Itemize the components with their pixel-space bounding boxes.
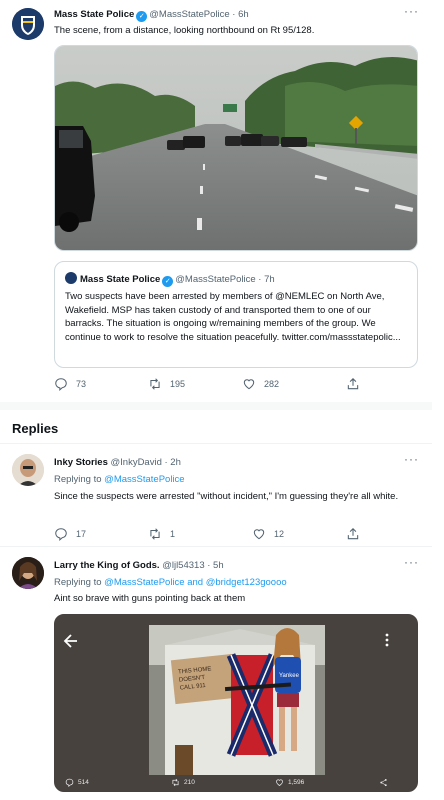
reply-icon	[65, 778, 74, 787]
reply-icon	[55, 378, 67, 391]
quote-author-name: Mass State Police	[80, 274, 161, 285]
reply-author-handle-time[interactable]: @ljl54313 · 5h	[162, 560, 223, 571]
main-tweet[interactable]: Mass State Police ✓ @MassStatePolice · 6h …	[0, 0, 432, 400]
reply-photo[interactable]: THIS HOME DOESN'T CALL 911 Yankee 514 21…	[54, 614, 418, 792]
like-count: 282	[264, 379, 280, 389]
quote-avatar	[65, 272, 77, 284]
share-button[interactable]	[379, 778, 388, 787]
retweet-button[interactable]: 210	[171, 778, 275, 787]
like-icon	[243, 379, 255, 390]
retweet-icon	[150, 528, 160, 540]
like-icon	[253, 529, 265, 540]
share-button[interactable]	[346, 377, 360, 391]
replying-prefix: Replying to	[54, 577, 102, 588]
retweet-count: 1	[170, 529, 176, 539]
share-icon	[347, 528, 359, 540]
author-handle-time[interactable]: @MassStatePolice · 6h	[149, 9, 248, 20]
retweet-count: 195	[170, 379, 186, 389]
quote-author-handle-time: @MassStatePolice · 7h	[175, 274, 275, 285]
retweet-button[interactable]: 195	[148, 377, 242, 391]
replying-to-link[interactable]: @MassStatePolice and @bridget123goooo	[104, 577, 287, 588]
photo-actions: 514 210 1,596	[65, 775, 411, 789]
reply-author-name[interactable]: Inky Stories	[54, 457, 108, 468]
like-button[interactable]: 1,596	[275, 778, 379, 787]
share-button[interactable]	[346, 527, 360, 541]
reply-author-name[interactable]: Larry the King of Gods.	[54, 560, 160, 571]
retweet-button[interactable]: 1	[148, 527, 252, 541]
reply-avatar[interactable]	[12, 454, 44, 486]
share-icon	[347, 378, 359, 390]
reply-count: 73	[76, 379, 87, 389]
reply-button[interactable]: 514	[65, 778, 171, 787]
reply-text: Since the suspects were arrested "withou…	[54, 491, 399, 502]
reply-actions: 17 1 12	[54, 527, 418, 541]
like-icon	[276, 779, 283, 786]
verified-badge-icon: ✓	[162, 276, 174, 287]
replying-prefix: Replying to	[54, 474, 102, 485]
reply-text: Aint so brave with guns pointing back at…	[54, 593, 246, 604]
retweet-icon	[172, 778, 179, 786]
like-count: 1,596	[288, 778, 305, 786]
shirt-text: Yankee	[279, 673, 300, 679]
reply-avatar[interactable]	[12, 557, 44, 589]
tweet-photo[interactable]	[54, 45, 418, 251]
tweet-actions: 73 195 282	[54, 377, 418, 391]
like-button[interactable]: 282	[242, 377, 346, 391]
quoted-tweet[interactable]: Mass State Police ✓ @MassStatePolice · 7h …	[54, 261, 418, 368]
reply-author-handle-time[interactable]: @InkyDavid · 2h	[111, 457, 181, 468]
reply-button[interactable]: 17	[54, 527, 148, 541]
replying-to-link[interactable]: @MassStatePolice	[104, 474, 184, 485]
reply-button[interactable]: 73	[54, 377, 148, 391]
verified-badge-icon: ✓	[136, 11, 148, 22]
like-count: 12	[274, 529, 285, 539]
author-avatar[interactable]	[12, 8, 44, 40]
retweet-count: 210	[184, 778, 195, 786]
reply-tweet[interactable]: Inky Stories @InkyDavid · 2h ··· Replyin…	[0, 444, 432, 544]
reply-count: 514	[78, 778, 89, 786]
reply-count: 17	[76, 529, 87, 539]
quote-text: Two suspects have been arrested by membe…	[65, 291, 401, 343]
reply-icon	[55, 528, 67, 541]
more-icon[interactable]: ···	[404, 452, 419, 466]
retweet-icon	[150, 378, 160, 390]
reply-tweet[interactable]: Larry the King of Gods. @ljl54313 · 5h ·…	[0, 547, 432, 800]
more-icon[interactable]: ···	[404, 4, 419, 18]
more-icon[interactable]: ···	[404, 555, 419, 569]
author-name[interactable]: Mass State Police	[54, 9, 134, 20]
tweet-text: The scene, from a distance, looking nort…	[54, 25, 315, 36]
replies-heading: Replies	[12, 421, 59, 436]
like-button[interactable]: 12	[252, 527, 346, 541]
share-icon	[380, 778, 387, 786]
